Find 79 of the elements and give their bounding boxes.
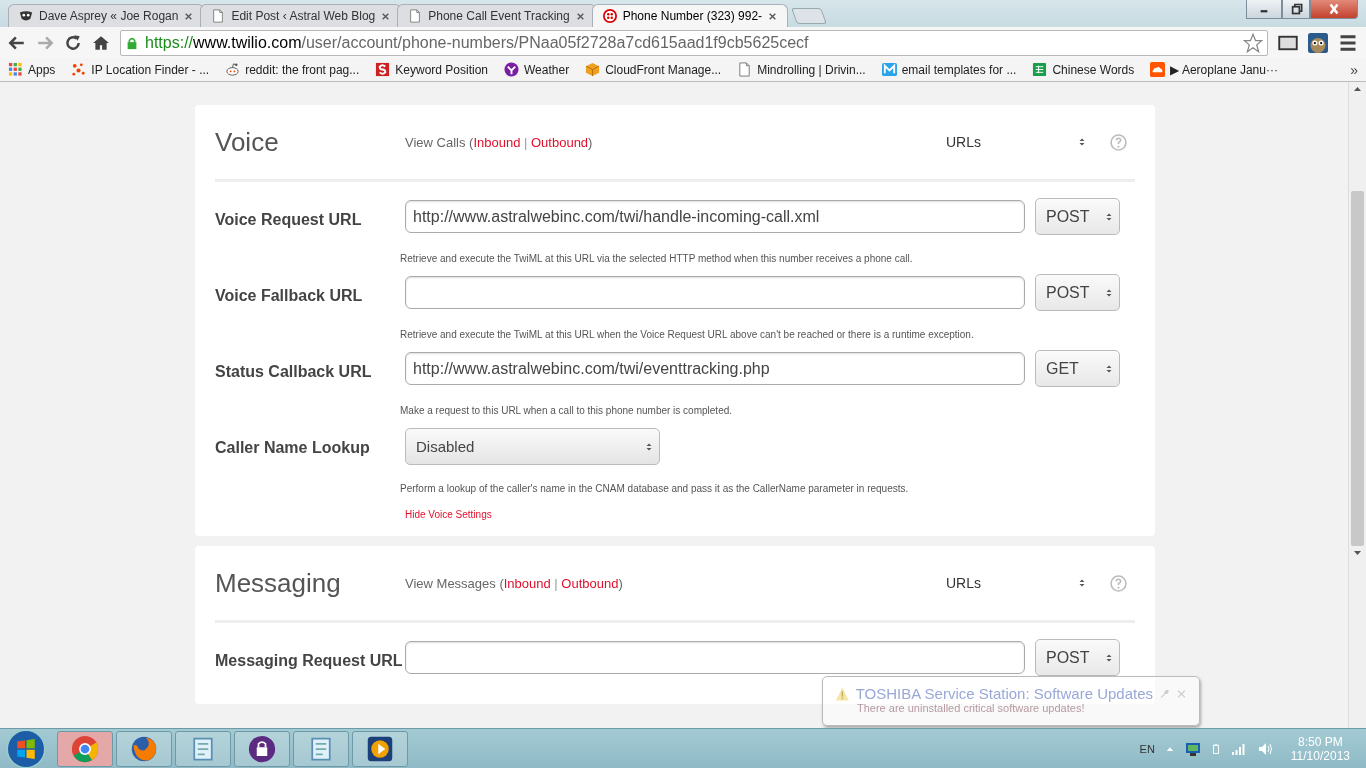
bookmark[interactable]: IP Location Finder - ... <box>71 62 210 77</box>
more-bookmarks-button[interactable]: » <box>1350 61 1358 78</box>
hide-settings-link[interactable]: Hide Voice Settings <box>405 509 1135 520</box>
link[interactable]: Outbound <box>531 134 589 150</box>
cloud-icon <box>1150 62 1166 77</box>
view-links-text: View Messages (Inbound | Outbound) <box>405 575 624 591</box>
document-icon <box>408 9 423 23</box>
up-down-arrows-icon <box>1078 136 1086 148</box>
mask-icon <box>19 9 33 23</box>
padlock-icon <box>248 734 276 763</box>
mode-select[interactable]: URLs <box>946 575 1086 591</box>
document-icon <box>737 62 753 77</box>
bookmark[interactable]: Weather <box>504 62 570 77</box>
url-input-field[interactable] <box>405 276 1025 309</box>
link[interactable]: Inbound <box>473 134 521 150</box>
url-input-field[interactable]: http://www.astralwebinc.com/twi/handle-incoming-call.xml <box>405 200 1025 233</box>
address-bar[interactable]: https://www.twilio.com/user/account/phone-numbers/PNaa05f2728a7cd615aad1f9cb5625cecf <box>120 29 1268 56</box>
method-select[interactable]: POST <box>1035 639 1120 676</box>
language-indicator[interactable]: EN <box>1139 742 1155 755</box>
help-text: Retrieve and execute the TwiML at this URL via the selected HTTP method when this number receives a phone call. <box>400 253 914 264</box>
bookmark[interactable]: email templates for ... <box>881 62 1017 77</box>
taskbar-button[interactable] <box>116 730 172 767</box>
document-icon <box>211 9 226 23</box>
bookmark[interactable]: Chinese Words <box>1032 62 1135 77</box>
reload-icon[interactable] <box>64 33 82 52</box>
help-text: Perform a lookup of the caller's name in the CNAM database and pass it as the CallerName parameter in requests. <box>400 483 910 494</box>
yahoo-icon <box>504 62 519 77</box>
logo-icon <box>602 9 617 23</box>
network-monitor-icon[interactable] <box>1184 740 1201 757</box>
close-icon[interactable] <box>768 11 778 21</box>
owl-icon[interactable] <box>1308 32 1328 53</box>
url-text: https://www.twilio.com/user/account/phone-numbers/PNaa05f2728a7cd615aad1f9cb5625cecf <box>145 33 810 52</box>
url-input-field[interactable]: http://www.astralwebinc.com/twi/eventtracking.php <box>405 352 1025 385</box>
grid-icon <box>8 62 23 77</box>
help-text: Retrieve and execute the TwiML at this URL when the Voice Request URL above can't be reached or there is a runtime exception. <box>400 329 975 340</box>
bookmark[interactable]: ▶ Aeroplane Janu··· <box>1150 62 1278 77</box>
spreadsheet-icon <box>1032 62 1048 77</box>
method-select[interactable]: POST <box>1035 274 1120 311</box>
link[interactable]: Outbound <box>561 575 619 591</box>
method-select[interactable]: POST <box>1035 198 1120 235</box>
letter-s-icon <box>375 62 391 77</box>
cube-icon <box>585 62 601 77</box>
start-button-icon[interactable] <box>6 728 46 768</box>
close-icon[interactable] <box>184 11 194 21</box>
close-icon[interactable] <box>575 11 585 21</box>
help-text: Make a request to this URL when a call to this phone number is completed. <box>400 405 734 416</box>
letter-m-icon <box>881 62 897 77</box>
bookmark[interactable]: Mindrolling | Drivin... <box>737 62 866 77</box>
mode-select[interactable]: URLs <box>946 134 1086 150</box>
menu-icon[interactable] <box>1338 32 1358 53</box>
bookmark[interactable]: reddit: the front pag... <box>225 62 360 77</box>
chrome-icon <box>71 734 99 763</box>
field-label: Messaging Request URL <box>215 651 404 671</box>
notification-message: There are uninstalled critical software updates! <box>857 702 1086 714</box>
url-input-field[interactable] <box>405 641 1025 674</box>
close-icon[interactable] <box>381 11 391 21</box>
section-title: Messaging <box>215 567 342 599</box>
method-select[interactable]: GET <box>1035 350 1120 387</box>
link[interactable]: Inbound <box>503 575 551 591</box>
dots-icon <box>71 62 87 77</box>
bookmark[interactable]: CloudFront Manage... <box>585 62 722 77</box>
bookmark[interactable]: Keyword Position <box>375 62 488 77</box>
taskbar-button[interactable] <box>234 730 290 767</box>
scrollbar[interactable] <box>1348 82 1366 728</box>
media-player-icon <box>366 734 394 763</box>
up-down-arrows-icon <box>1078 577 1086 589</box>
taskbar-button[interactable] <box>352 730 408 767</box>
alien-icon <box>225 62 241 77</box>
browser-tab[interactable]: Phone Number (323) 992- <box>591 4 789 27</box>
star-icon[interactable] <box>1243 32 1263 53</box>
firefox-icon <box>130 734 158 763</box>
section-title: Voice <box>215 126 280 158</box>
warning-icon <box>835 685 850 702</box>
close-icon[interactable] <box>1310 0 1358 19</box>
bookmark[interactable]: Apps <box>8 62 56 77</box>
view-links-text: View Calls (Inbound | Outbound) <box>405 134 594 150</box>
notification-title: TOSHIBA Service Station: Software Updates <box>855 685 1154 702</box>
dropdown-select[interactable]: Disabled <box>405 428 660 465</box>
restore-icon[interactable] <box>1282 0 1310 19</box>
